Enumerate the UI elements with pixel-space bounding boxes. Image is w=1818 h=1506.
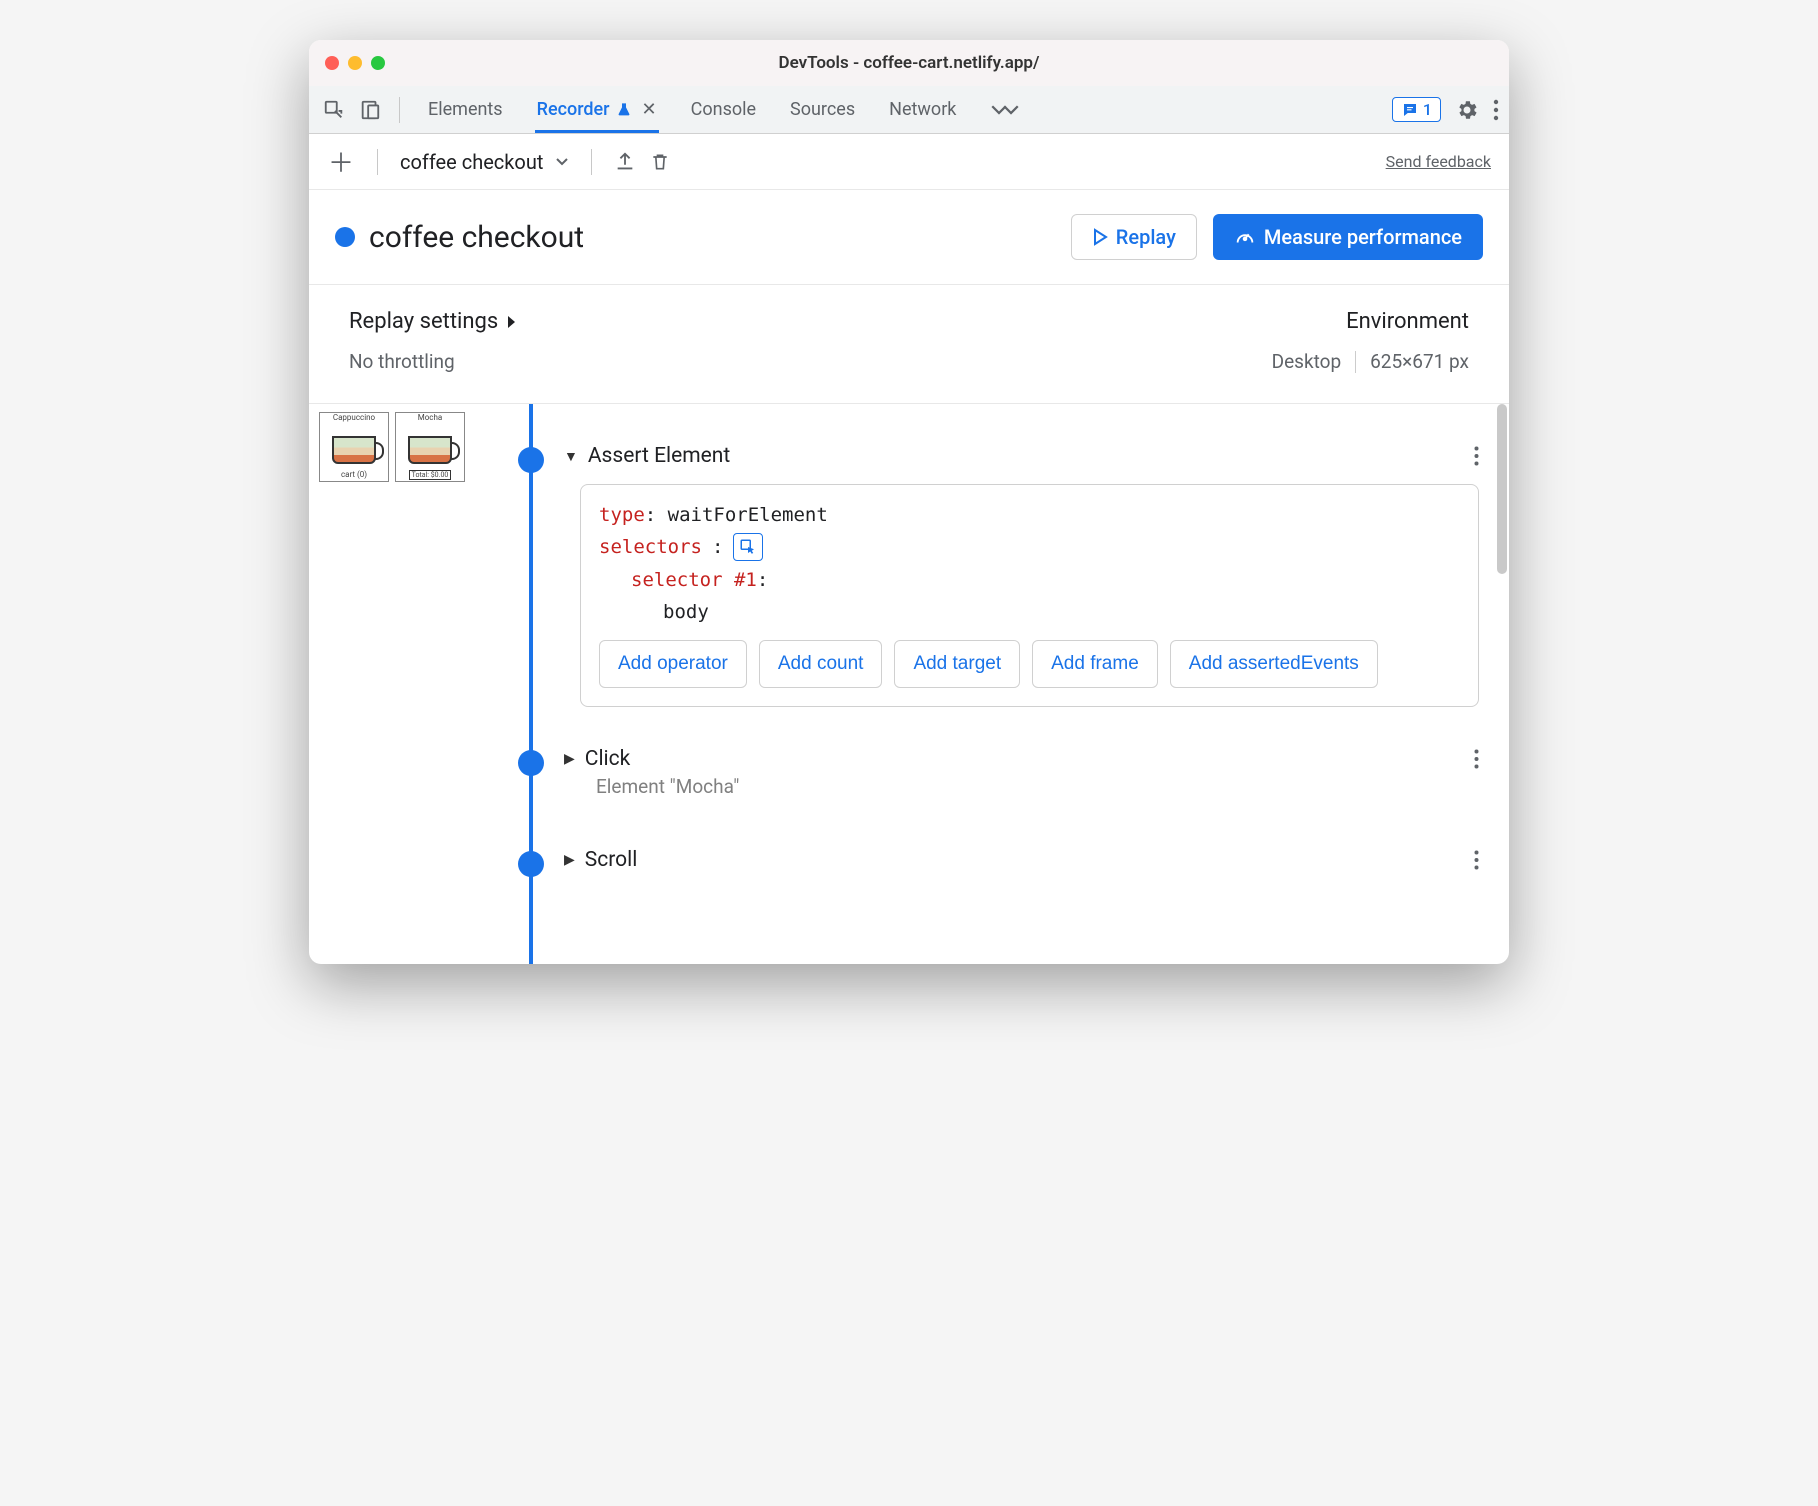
disclosure-toggle[interactable]: ▶ xyxy=(564,751,575,767)
measure-label: Measure performance xyxy=(1264,225,1462,249)
recorder-toolbar: ＋ coffee checkout Send feedback xyxy=(309,134,1509,190)
thumbnail-label: Mocha xyxy=(396,413,464,422)
divider xyxy=(399,97,400,123)
add-asserted-events-button[interactable]: Add assertedEvents xyxy=(1170,640,1378,688)
devtools-window: DevTools - coffee-cart.netlify.app/ Elem… xyxy=(309,40,1509,964)
gauge-icon xyxy=(1234,226,1256,248)
play-icon xyxy=(1092,228,1108,246)
devtools-tabbar: Elements Recorder ✕ Console Sources Netw… xyxy=(309,86,1509,134)
screenshot-strip: Cappuccino cart (0) Mocha Total: $0.00 xyxy=(309,404,484,964)
inspect-element-icon[interactable] xyxy=(319,95,349,125)
window-title: DevTools - coffee-cart.netlify.app/ xyxy=(309,53,1509,73)
step-subtitle: Element "Mocha" xyxy=(596,775,1509,798)
key-type: type xyxy=(599,504,645,526)
step-title: Assert Element xyxy=(588,444,730,468)
export-button[interactable] xyxy=(614,151,636,173)
add-frame-button[interactable]: Add frame xyxy=(1032,640,1158,688)
environment-device: Desktop xyxy=(1272,350,1342,373)
more-icon[interactable] xyxy=(1493,99,1499,121)
step-scroll: ▶ Scroll xyxy=(514,848,1509,872)
val-selector-1: body xyxy=(663,601,709,623)
device-toggle-icon[interactable] xyxy=(355,95,385,125)
issues-count: 1 xyxy=(1423,100,1432,119)
delete-button[interactable] xyxy=(650,151,670,173)
chevron-down-icon xyxy=(555,157,569,167)
send-feedback-link[interactable]: Send feedback xyxy=(1386,152,1491,171)
step-menu-icon[interactable] xyxy=(1474,749,1479,769)
issues-badge[interactable]: 1 xyxy=(1392,97,1441,122)
environment-viewport: 625×671 px xyxy=(1370,350,1469,373)
step-menu-icon[interactable] xyxy=(1474,446,1479,466)
divider xyxy=(591,149,592,175)
message-icon xyxy=(1401,101,1419,119)
tab-elements[interactable]: Elements xyxy=(426,89,505,130)
flask-icon xyxy=(616,102,632,118)
add-operator-button[interactable]: Add operator xyxy=(599,640,747,688)
replay-label: Replay xyxy=(1116,225,1176,249)
step-marker xyxy=(518,750,544,776)
thumbnail-footer: cart (0) xyxy=(320,470,388,479)
new-recording-button[interactable]: ＋ xyxy=(327,143,355,180)
add-target-button[interactable]: Add target xyxy=(894,640,1020,688)
divider xyxy=(1355,351,1356,373)
add-count-button[interactable]: Add count xyxy=(759,640,883,688)
val-type: waitForElement xyxy=(668,504,828,526)
divider xyxy=(377,149,378,175)
disclosure-toggle[interactable]: ▶ xyxy=(564,852,575,868)
key-selector-1: selector #1 xyxy=(631,569,757,591)
recording-name: coffee checkout xyxy=(400,150,543,174)
step-menu-icon[interactable] xyxy=(1474,850,1479,870)
tabbar-right: 1 xyxy=(1392,97,1499,122)
tab-recorder[interactable]: Recorder ✕ xyxy=(535,89,659,133)
tab-network[interactable]: Network xyxy=(887,89,958,130)
environment-label: Environment xyxy=(1272,309,1469,334)
screenshot-thumbnail[interactable]: Cappuccino cart (0) xyxy=(319,412,389,482)
replay-button[interactable]: Replay xyxy=(1071,214,1197,260)
screenshot-thumbnail[interactable]: Mocha Total: $0.00 xyxy=(395,412,465,482)
step-assert-element: ▼ Assert Element type: waitForElement se… xyxy=(514,404,1509,707)
scrollbar-thumb[interactable] xyxy=(1497,404,1507,574)
tab-overflow-icon[interactable] xyxy=(988,94,1022,126)
measure-performance-button[interactable]: Measure performance xyxy=(1213,214,1483,260)
step-title: Scroll xyxy=(585,848,638,872)
close-tab-icon[interactable]: ✕ xyxy=(642,99,657,120)
step-click: ▶ Click Element "Mocha" xyxy=(514,747,1509,798)
key-selectors: selectors xyxy=(599,531,702,563)
step-marker xyxy=(518,851,544,877)
step-title: Click xyxy=(585,747,631,771)
tab-console[interactable]: Console xyxy=(689,89,758,130)
cup-icon xyxy=(332,436,376,464)
throttling-value: No throttling xyxy=(349,350,1272,373)
panel-tabs: Elements Recorder ✕ Console Sources Netw… xyxy=(426,89,1022,130)
recording-select[interactable]: coffee checkout xyxy=(400,150,569,174)
thumbnail-label: Cappuccino xyxy=(320,413,388,422)
step-marker xyxy=(518,447,544,473)
steps-timeline: ▼ Assert Element type: waitForElement se… xyxy=(484,404,1509,964)
step-details-panel: type: waitForElement selectors: selector… xyxy=(580,484,1479,707)
recording-header: coffee checkout Replay Measure performan… xyxy=(309,190,1509,285)
recording-title: coffee checkout xyxy=(369,220,584,255)
replay-settings-label: Replay settings xyxy=(349,309,498,334)
cup-icon xyxy=(408,436,452,464)
caret-right-icon xyxy=(506,315,516,329)
recorder-content: Cappuccino cart (0) Mocha Total: $0.00 ▼… xyxy=(309,404,1509,964)
tab-recorder-label: Recorder xyxy=(537,99,610,120)
disclosure-toggle[interactable]: ▼ xyxy=(564,448,578,465)
replay-settings-toggle[interactable]: Replay settings xyxy=(349,309,1272,334)
settings-row: Replay settings No throttling Environmen… xyxy=(309,285,1509,404)
window-titlebar: DevTools - coffee-cart.netlify.app/ xyxy=(309,40,1509,86)
settings-icon[interactable] xyxy=(1455,98,1479,122)
tab-sources[interactable]: Sources xyxy=(788,89,857,130)
thumbnail-footer: Total: $0.00 xyxy=(396,470,464,480)
pick-selector-button[interactable] xyxy=(733,533,763,561)
recording-status-dot xyxy=(335,227,355,247)
